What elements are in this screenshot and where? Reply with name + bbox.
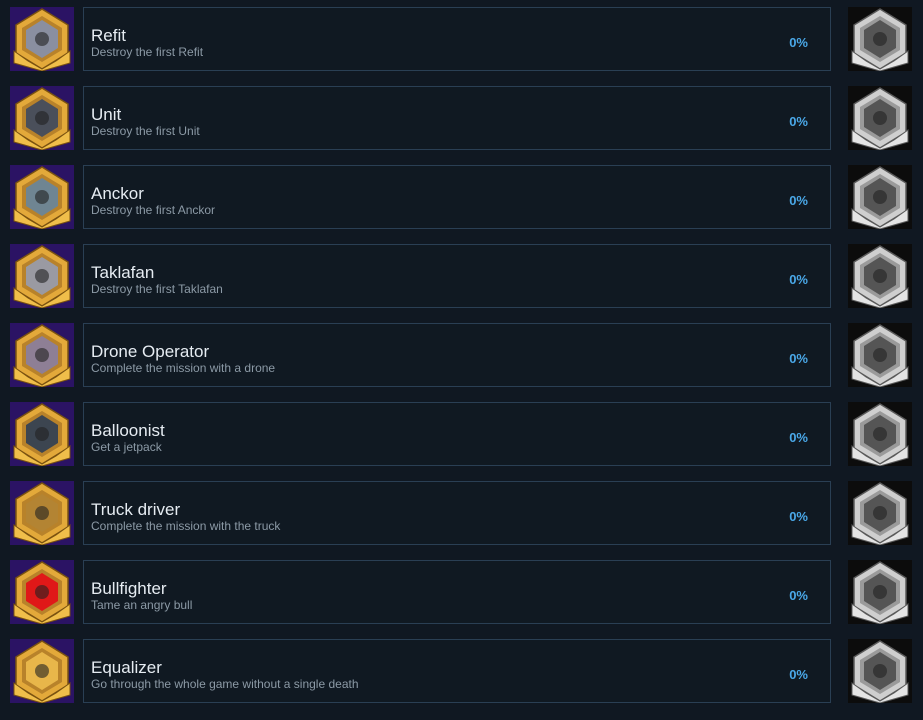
- taklafan-robot-unlocked-icon: [10, 244, 74, 308]
- achievement-panel[interactable]: Equalizer Go through the whole game with…: [83, 639, 831, 703]
- achievement-list: Refit Destroy the first Refit 0% Unit De…: [0, 0, 923, 720]
- achievement-progress: 0%: [789, 351, 808, 366]
- drone-locked-icon: [848, 323, 912, 387]
- achievement-description: Complete the mission with a drone: [91, 361, 276, 375]
- achievement-row-8: Bullfighter Tame an angry bull 0%: [0, 560, 923, 624]
- achievement-title: Drone Operator: [91, 342, 210, 361]
- achievement-title: Anckor: [91, 184, 144, 203]
- achievement-row-5: Drone Operator Complete the mission with…: [0, 323, 923, 387]
- achievement-row-7: Truck driver Complete the mission with t…: [0, 481, 923, 545]
- achievement-row-9: Equalizer Go through the whole game with…: [0, 639, 923, 703]
- achievement-description: Destroy the first Unit: [91, 124, 200, 138]
- achievement-title: Unit: [91, 105, 122, 124]
- achievement-title: Equalizer: [91, 658, 162, 677]
- bull-unlocked-icon: [10, 560, 74, 624]
- achievement-progress: 0%: [789, 114, 808, 129]
- achievement-row-2: Unit Destroy the first Unit 0%: [0, 86, 923, 150]
- achievement-progress: 0%: [789, 509, 808, 524]
- achievement-description: Complete the mission with the truck: [91, 519, 281, 533]
- achievement-panel[interactable]: Bullfighter Tame an angry bull 0%: [83, 560, 831, 624]
- achievement-row-1: Refit Destroy the first Refit 0%: [0, 7, 923, 71]
- achievement-row-4: Taklafan Destroy the first Taklafan 0%: [0, 244, 923, 308]
- achievement-progress: 0%: [789, 35, 808, 50]
- achievement-title: Taklafan: [91, 263, 155, 282]
- unit-robot-locked-icon: [848, 86, 912, 150]
- achievement-panel[interactable]: Balloonist Get a jetpack 0%: [83, 402, 831, 466]
- anckor-robot-unlocked-icon: [10, 165, 74, 229]
- truck-locked-icon: [848, 481, 912, 545]
- achievement-row-6: Balloonist Get a jetpack 0%: [0, 402, 923, 466]
- equalizer-emblem-locked-icon: [848, 639, 912, 703]
- achievement-panel[interactable]: Unit Destroy the first Unit 0%: [83, 86, 831, 150]
- anckor-robot-locked-icon: [848, 165, 912, 229]
- bull-locked-icon: [848, 560, 912, 624]
- refit-robot-unlocked-icon: [10, 7, 74, 71]
- achievement-description: Destroy the first Taklafan: [91, 282, 223, 296]
- achievement-progress: 0%: [789, 430, 808, 445]
- achievement-progress: 0%: [789, 667, 808, 682]
- achievement-title: Bullfighter: [91, 579, 167, 598]
- achievement-panel[interactable]: Drone Operator Complete the mission with…: [83, 323, 831, 387]
- achievement-description: Destroy the first Anckor: [91, 203, 216, 217]
- achievement-progress: 0%: [789, 588, 808, 603]
- achievement-description: Go through the whole game without a sing…: [91, 677, 359, 691]
- achievement-progress: 0%: [789, 193, 808, 208]
- achievement-description: Destroy the first Refit: [91, 45, 204, 59]
- taklafan-robot-locked-icon: [848, 244, 912, 308]
- jetpack-locked-icon: [848, 402, 912, 466]
- achievement-title: Refit: [91, 26, 126, 45]
- achievement-panel[interactable]: Taklafan Destroy the first Taklafan 0%: [83, 244, 831, 308]
- jetpack-unlocked-icon: [10, 402, 74, 466]
- achievement-description: Get a jetpack: [91, 440, 162, 454]
- achievement-description: Tame an angry bull: [91, 598, 193, 612]
- achievement-panel[interactable]: Truck driver Complete the mission with t…: [83, 481, 831, 545]
- equalizer-emblem-unlocked-icon: [10, 639, 74, 703]
- achievement-row-3: Anckor Destroy the first Anckor 0%: [0, 165, 923, 229]
- drone-unlocked-icon: [10, 323, 74, 387]
- achievement-panel[interactable]: Refit Destroy the first Refit 0%: [83, 7, 831, 71]
- achievement-progress: 0%: [789, 272, 808, 287]
- truck-unlocked-icon: [10, 481, 74, 545]
- achievement-title: Balloonist: [91, 421, 165, 440]
- achievement-panel[interactable]: Anckor Destroy the first Anckor 0%: [83, 165, 831, 229]
- achievement-title: Truck driver: [91, 500, 181, 519]
- unit-robot-unlocked-icon: [10, 86, 74, 150]
- refit-robot-locked-icon: [848, 7, 912, 71]
